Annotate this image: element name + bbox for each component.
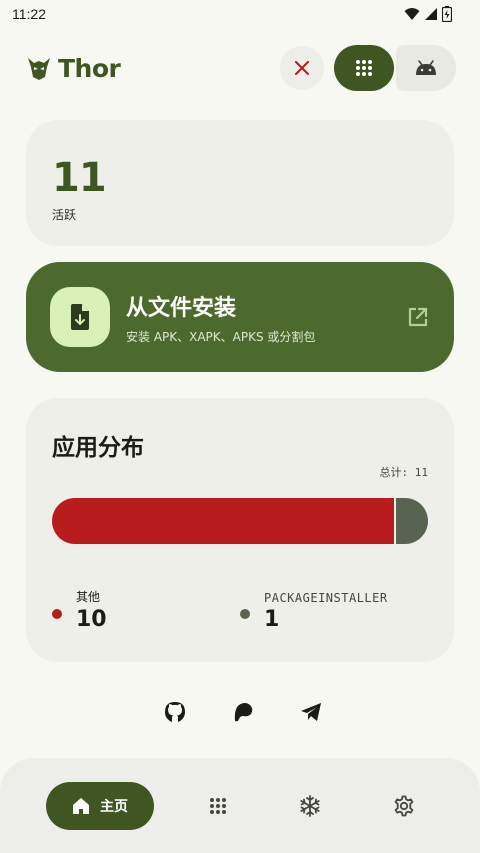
thor-helmet-icon bbox=[28, 58, 50, 80]
distribution-legend: 其他 10 PACKAGEINSTALLER 1 bbox=[52, 588, 428, 632]
distribution-bar bbox=[52, 498, 428, 544]
distribution-total: 总计: 11 bbox=[379, 466, 429, 479]
legend-label: 其他 bbox=[76, 590, 101, 604]
active-count: 11 bbox=[52, 155, 107, 201]
telegram-link[interactable] bbox=[299, 700, 323, 724]
install-title: 从文件安装 bbox=[126, 295, 237, 321]
legend-text: PACKAGEINSTALLER 1 bbox=[264, 591, 388, 632]
patreon-icon bbox=[234, 703, 253, 722]
nav-home-label: 主页 bbox=[100, 799, 128, 815]
distribution-segment bbox=[52, 498, 394, 544]
android-view-button[interactable] bbox=[396, 45, 456, 91]
patreon-link[interactable] bbox=[231, 700, 255, 724]
file-download-icon bbox=[71, 304, 89, 330]
battery-icon bbox=[442, 6, 452, 22]
distribution-title: 应用分布 bbox=[52, 435, 144, 461]
home-icon bbox=[73, 798, 89, 814]
app-distribution-card: 应用分布 总计: 11 其他 10 PACKAGEINSTALLER 1 bbox=[26, 398, 454, 662]
legend-dot bbox=[52, 609, 62, 619]
install-icon-box bbox=[50, 287, 110, 347]
header-actions bbox=[280, 45, 456, 91]
legend-dot bbox=[240, 609, 250, 619]
legend-value: 10 bbox=[76, 607, 107, 632]
wifi-icon bbox=[404, 8, 420, 20]
app-title: Thor bbox=[58, 53, 121, 83]
signal-icon bbox=[425, 8, 437, 20]
telegram-icon bbox=[301, 703, 321, 721]
app-header: Thor bbox=[26, 44, 456, 92]
distribution-header: 应用分布 总计: 11 bbox=[52, 428, 428, 479]
app-logo: Thor bbox=[26, 53, 121, 83]
nav-home-button[interactable]: 主页 bbox=[46, 782, 154, 830]
status-icons bbox=[404, 6, 452, 22]
nav-freeze-button[interactable] bbox=[298, 794, 322, 818]
settings-icon bbox=[394, 795, 414, 817]
nav-apps-button[interactable] bbox=[206, 794, 230, 818]
bottom-navigation: 主页 bbox=[0, 758, 480, 853]
legend-label: PACKAGEINSTALLER bbox=[264, 591, 388, 605]
distribution-segment bbox=[393, 498, 428, 544]
grid-icon bbox=[356, 60, 372, 76]
legend-item: PACKAGEINSTALLER 1 bbox=[240, 588, 428, 632]
github-icon bbox=[165, 702, 185, 722]
social-links bbox=[0, 700, 480, 728]
close-icon bbox=[295, 61, 309, 75]
apps-view-button[interactable] bbox=[334, 45, 394, 91]
github-link[interactable] bbox=[163, 700, 187, 724]
legend-text: 其他 10 bbox=[76, 588, 107, 632]
status-bar: 11:22 bbox=[0, 0, 480, 28]
open-external-icon bbox=[408, 307, 428, 327]
freeze-icon bbox=[300, 795, 320, 817]
close-button[interactable] bbox=[280, 46, 324, 90]
active-apps-card[interactable]: 11 活跃 bbox=[26, 120, 454, 246]
legend-value: 1 bbox=[264, 607, 280, 632]
install-subtitle: 安装 APK、XAPK、APKS 或分割包 bbox=[126, 329, 316, 344]
install-from-file-card[interactable]: 从文件安装 安装 APK、XAPK、APKS 或分割包 bbox=[26, 262, 454, 372]
legend-item: 其他 10 bbox=[52, 588, 240, 632]
active-label: 活跃 bbox=[52, 208, 77, 222]
android-icon bbox=[416, 60, 436, 75]
nav-settings-button[interactable] bbox=[392, 794, 416, 818]
view-toggle bbox=[334, 45, 456, 91]
status-time: 11:22 bbox=[12, 6, 46, 22]
install-text: 从文件安装 安装 APK、XAPK、APKS 或分割包 bbox=[126, 290, 406, 345]
apps-grid-icon bbox=[210, 798, 226, 814]
